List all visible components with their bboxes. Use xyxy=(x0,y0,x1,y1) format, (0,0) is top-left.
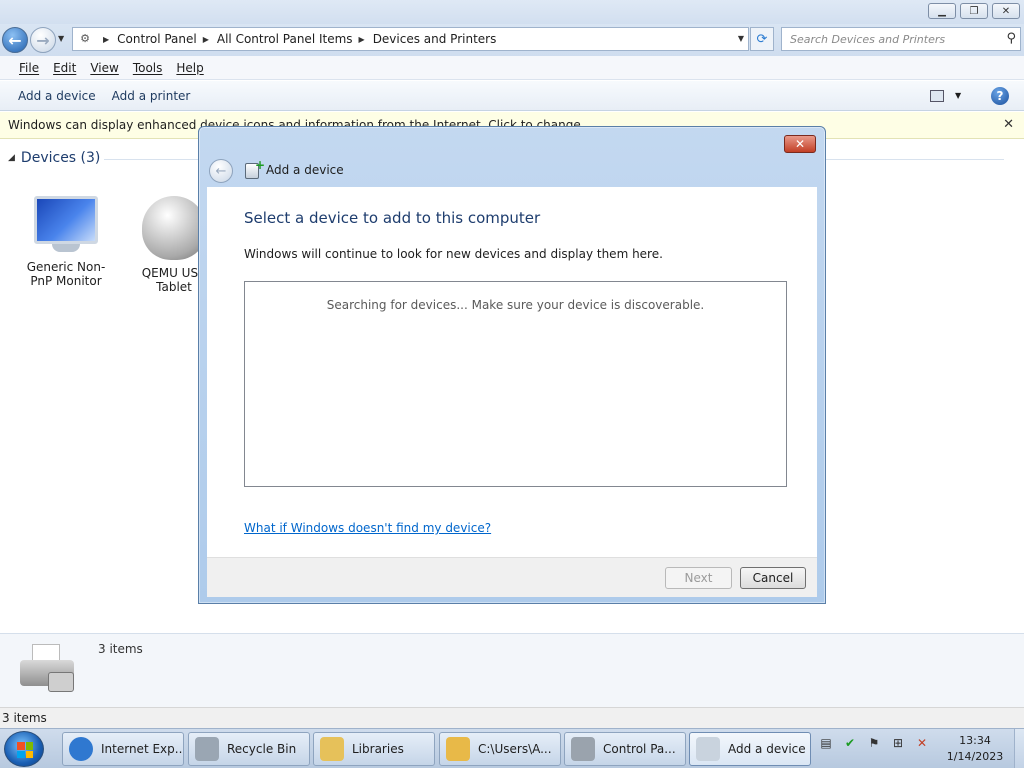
dialog-title: Add a device xyxy=(266,163,344,177)
address-bar[interactable]: ⚙ ▶ Control Panel ▶ All Control Panel It… xyxy=(72,27,749,51)
taskbar-item-add-device[interactable]: Add a device xyxy=(689,732,811,766)
view-dropdown-icon[interactable]: ▼ xyxy=(955,91,961,100)
next-button[interactable]: Next xyxy=(665,567,732,589)
dialog-back-button[interactable]: ← xyxy=(209,159,233,183)
device-item[interactable]: Generic Non-PnP Monitor xyxy=(16,196,116,288)
show-desktop-button[interactable] xyxy=(1014,729,1024,768)
search-icon[interactable]: ⚲ xyxy=(1006,31,1016,46)
details-item-count: 3 items xyxy=(98,642,143,656)
notes-icon[interactable]: ▤ xyxy=(818,735,834,751)
system-clock[interactable]: 13:34 1/14/2023 xyxy=(938,733,1012,765)
device-label: Generic Non-PnP Monitor xyxy=(26,260,106,288)
change-view-icon[interactable] xyxy=(930,90,944,102)
task-label: Libraries xyxy=(352,742,404,756)
dialog-footer: Next Cancel xyxy=(207,557,817,597)
chevron-right-icon[interactable]: ▶ xyxy=(103,35,109,44)
dialog-body: Select a device to add to this computer … xyxy=(207,187,817,557)
status-bar: 3 items xyxy=(0,707,1024,728)
help-link[interactable]: What if Windows doesn't find my device? xyxy=(244,521,491,535)
device-search-list[interactable]: Searching for devices... Make sure your … xyxy=(244,281,787,487)
menu-tools[interactable]: Tools xyxy=(126,61,170,75)
search-box[interactable]: ⚲ xyxy=(781,27,1021,51)
taskbar-item-recycle-bin[interactable]: Recycle Bin xyxy=(188,732,310,766)
refresh-button[interactable]: ⟳ xyxy=(750,27,774,51)
system-tray: ▤ ✔ ⚑ ⊞ ✕ xyxy=(818,735,930,751)
add-device-dialog: ✕ ← + Add a device Select a device to ad… xyxy=(198,126,826,604)
cancel-button[interactable]: Cancel xyxy=(740,567,806,589)
mouse-icon xyxy=(142,196,206,260)
clock-date: 1/14/2023 xyxy=(946,750,1004,763)
breadcrumb-all-items[interactable]: All Control Panel Items xyxy=(217,32,353,46)
chevron-right-icon[interactable]: ▶ xyxy=(203,35,209,44)
add-device-command[interactable]: Add a device xyxy=(10,89,104,103)
add-printer-command[interactable]: Add a printer xyxy=(104,89,199,103)
control-panel-icon: ⚙ xyxy=(80,32,90,45)
add-device-icon xyxy=(696,737,720,761)
breadcrumb-control-panel[interactable]: Control Panel xyxy=(117,32,197,46)
collapse-triangle-icon[interactable]: ◢ xyxy=(8,153,15,163)
windows-logo-icon xyxy=(17,742,33,758)
help-icon[interactable]: ? xyxy=(991,87,1009,105)
libraries-icon xyxy=(320,737,344,761)
start-button[interactable] xyxy=(4,731,44,767)
recent-pages-chevron-icon[interactable]: ▼ xyxy=(58,34,64,43)
breadcrumb-devices-printers[interactable]: Devices and Printers xyxy=(373,32,497,46)
command-bar: Add a device Add a printer ▼ ? xyxy=(0,81,1024,111)
menu-view[interactable]: View xyxy=(83,61,125,75)
action-center-flag-icon[interactable]: ⚑ xyxy=(866,735,882,751)
dialog-header: ← + Add a device xyxy=(199,155,825,187)
printer-camera-icon xyxy=(18,642,80,696)
task-label: Add a device xyxy=(728,742,806,756)
taskbar-item-libraries[interactable]: Libraries xyxy=(313,732,435,766)
chevron-right-icon[interactable]: ▶ xyxy=(359,35,365,44)
device-label: QEMU USB Tablet xyxy=(141,266,207,294)
recycle-bin-icon xyxy=(195,737,219,761)
close-icon[interactable]: ✕ xyxy=(1003,117,1014,132)
task-label: C:\Users\A... xyxy=(478,742,552,756)
forward-button[interactable]: → xyxy=(30,27,56,53)
taskbar: Internet Exp... Recycle Bin Libraries C:… xyxy=(0,728,1024,768)
dialog-description: Windows will continue to look for new de… xyxy=(244,247,663,261)
address-dropdown-icon[interactable]: ▼ xyxy=(738,34,744,43)
dialog-heading: Select a device to add to this computer xyxy=(244,209,541,227)
details-pane: 3 items xyxy=(0,633,1024,707)
close-window-button[interactable]: ✕ xyxy=(992,3,1020,19)
window-titlebar: ▁ ❐ ✕ xyxy=(0,0,1024,24)
task-label: Internet Exp... xyxy=(101,742,184,756)
taskbar-item-internet-explorer[interactable]: Internet Exp... xyxy=(62,732,184,766)
status-text: 3 items xyxy=(2,711,47,725)
group-title: Devices (3) xyxy=(20,150,101,166)
dialog-close-button[interactable]: ✕ xyxy=(784,135,816,153)
taskbar-item-control-panel[interactable]: Control Pa... xyxy=(564,732,686,766)
menu-help[interactable]: Help xyxy=(169,61,210,75)
control-panel-icon xyxy=(571,737,595,761)
back-button[interactable]: ← xyxy=(2,27,28,53)
network-icon[interactable]: ⊞ xyxy=(890,735,906,751)
menu-edit[interactable]: Edit xyxy=(46,61,83,75)
search-input[interactable] xyxy=(790,32,990,46)
menu-file[interactable]: File xyxy=(12,61,46,75)
searching-message: Searching for devices... Make sure your … xyxy=(326,298,705,312)
volume-muted-icon[interactable]: ✕ xyxy=(914,735,930,751)
address-row: ← → ▼ ⚙ ▶ Control Panel ▶ All Control Pa… xyxy=(0,24,1024,56)
task-label: Control Pa... xyxy=(603,742,676,756)
internet-explorer-icon xyxy=(69,737,93,761)
group-header[interactable]: ◢ Devices (3) xyxy=(8,150,100,166)
folder-icon xyxy=(446,737,470,761)
window-controls: ▁ ❐ ✕ xyxy=(928,3,1020,19)
menu-bar: File Edit View Tools Help xyxy=(0,56,1024,80)
minimize-button[interactable]: ▁ xyxy=(928,3,956,19)
security-check-icon[interactable]: ✔ xyxy=(842,735,858,751)
task-label: Recycle Bin xyxy=(227,742,297,756)
taskbar-item-folder[interactable]: C:\Users\A... xyxy=(439,732,561,766)
add-device-icon: + xyxy=(245,158,265,179)
restore-button[interactable]: ❐ xyxy=(960,3,988,19)
monitor-icon xyxy=(34,196,98,252)
clock-time: 13:34 xyxy=(959,734,991,747)
